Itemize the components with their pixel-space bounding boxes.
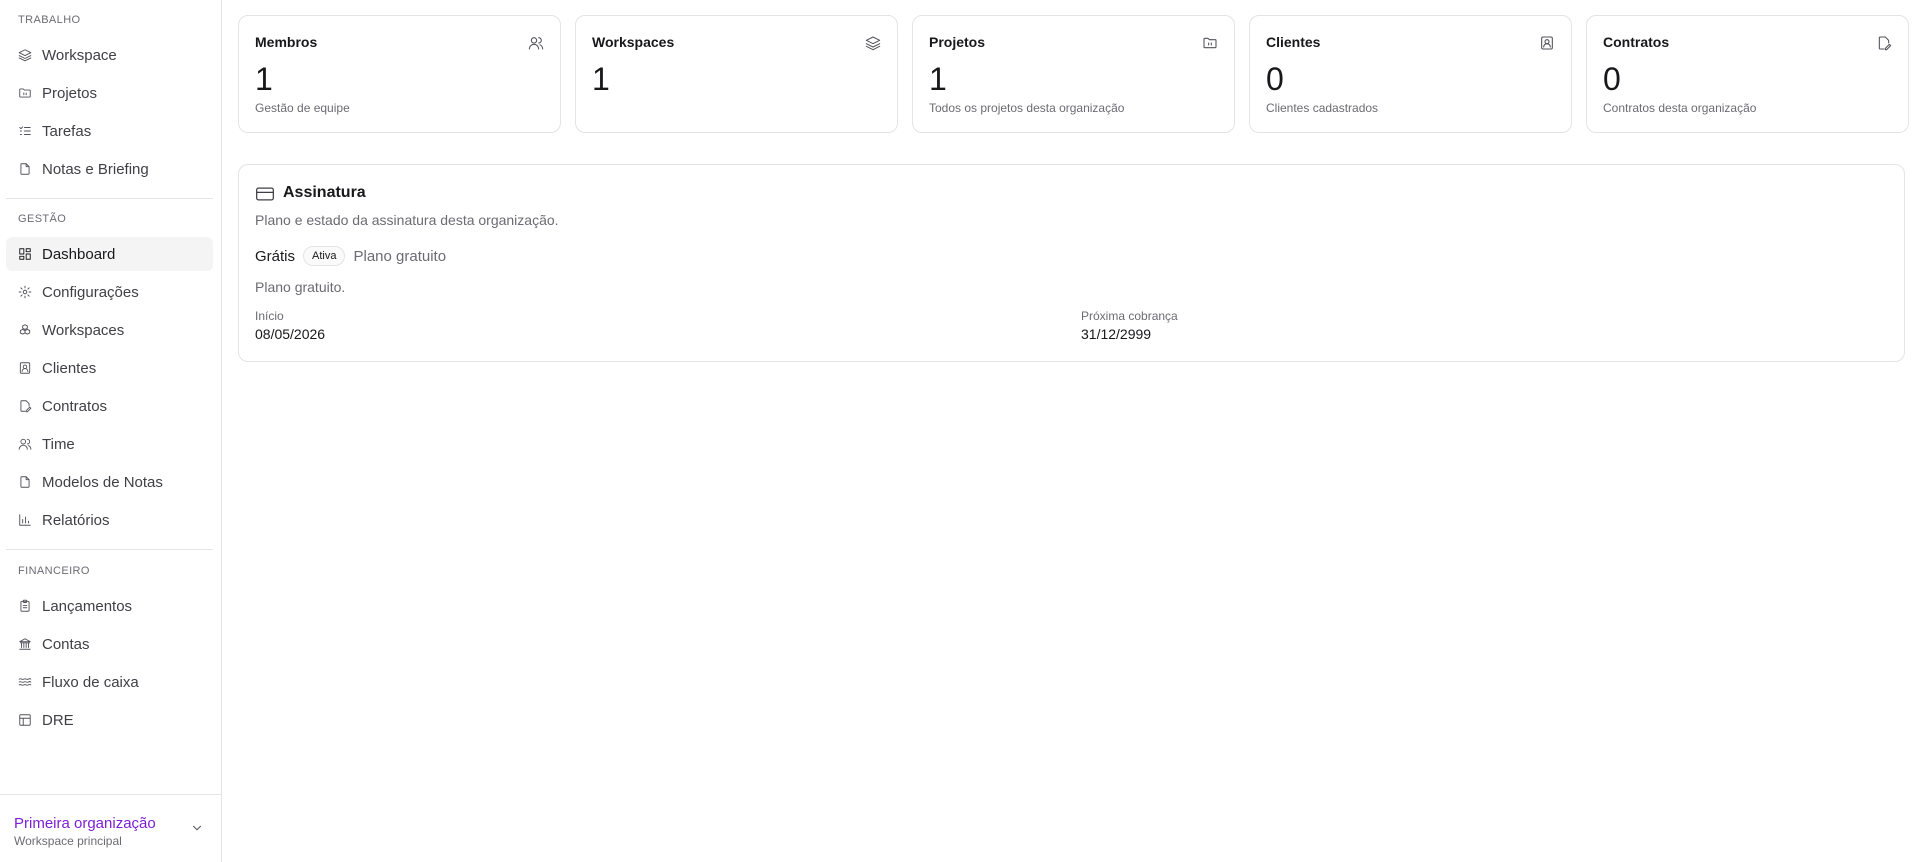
sidebar-item-modelos-de-notas[interactable]: Modelos de Notas: [6, 465, 213, 499]
sidebar-item-label: Relatórios: [42, 511, 110, 529]
org-name: Primeira organização: [14, 815, 156, 832]
sidebar-divider: [6, 549, 213, 550]
boxes-icon: [18, 323, 32, 337]
plan-row: Grátis Ativa Plano gratuito: [255, 244, 446, 268]
stat-card-title: Membros: [255, 34, 318, 50]
stat-card-value: 1: [592, 61, 610, 97]
next-billing-label: Próxima cobrança: [1081, 309, 1178, 323]
sidebar-item-workspace[interactable]: Workspace: [6, 38, 213, 72]
folder-icon: [18, 86, 32, 100]
stat-card-value: 0: [1603, 61, 1621, 97]
sidebar-item-contas[interactable]: Contas: [6, 627, 213, 661]
sidebar-item-dashboard[interactable]: Dashboard: [6, 237, 213, 271]
organization-switcher[interactable]: Primeira organização Workspace principal: [0, 794, 221, 862]
sidebar-item-label: Tarefas: [42, 122, 92, 140]
sidebar-item-label: Clientes: [42, 359, 97, 377]
sidebar-item-notas-e-briefing[interactable]: Notas e Briefing: [6, 152, 213, 186]
sidebar-item-projetos[interactable]: Projetos: [6, 76, 213, 110]
start-date-value: 08/05/2026: [255, 326, 326, 342]
file-pen-icon: [18, 399, 32, 413]
stat-card-membros: Membros 1 Gestão de equipe: [238, 15, 561, 133]
status-badge: Ativa: [303, 246, 346, 266]
stat-card-description: Contratos desta organização: [1603, 101, 1757, 115]
layers-icon: [18, 48, 32, 62]
start-date-label: Início: [255, 309, 284, 323]
sidebar-item-label: Workspace: [42, 46, 117, 64]
sidebar-item-label: Contas: [42, 635, 90, 653]
stat-card-title: Workspaces: [592, 34, 675, 50]
sidebar-item-label: Notas e Briefing: [42, 160, 149, 178]
stat-card-value: 1: [929, 61, 947, 97]
waves-icon: [18, 675, 32, 689]
bar-chart-icon: [18, 513, 32, 527]
section-label-trabalho: TRABALHO: [18, 14, 81, 26]
stat-card-description: Todos os projetos desta organização: [929, 101, 1125, 115]
users-icon: [528, 35, 544, 51]
sidebar-item-label: Projetos: [42, 84, 98, 102]
file-pen-icon: [1876, 35, 1892, 51]
table-icon: [18, 713, 32, 727]
layout-dashboard-icon: [18, 247, 32, 261]
sidebar-item-label: Dashboard: [42, 245, 116, 263]
sidebar-item-relatorios[interactable]: Relatórios: [6, 503, 213, 537]
users-icon: [18, 437, 32, 451]
clipboard-list-icon: [18, 599, 32, 613]
stat-card-title: Projetos: [929, 34, 986, 50]
layers-icon: [865, 35, 881, 51]
section-label-financeiro: FINANCEIRO: [18, 565, 90, 577]
credit-card-icon: [255, 186, 275, 202]
sidebar-item-fluxo-de-caixa[interactable]: Fluxo de caixa: [6, 665, 213, 699]
next-billing-value: 31/12/2999: [1081, 326, 1152, 342]
sidebar-divider: [6, 198, 213, 199]
plan-label: Plano gratuito: [353, 247, 447, 265]
stat-card-value: 1: [255, 61, 273, 97]
sidebar-item-configuracoes[interactable]: Configurações: [6, 275, 213, 309]
sidebar-item-label: Time: [42, 435, 75, 453]
stat-card-title: Clientes: [1266, 34, 1321, 50]
folder-icon: [1202, 35, 1218, 51]
sidebar-item-label: Contratos: [42, 397, 108, 415]
chevron-down-icon[interactable]: [190, 821, 204, 835]
subscription-title: Assinatura: [283, 184, 366, 201]
sidebar-item-contratos[interactable]: Contratos: [6, 389, 213, 423]
sidebar-item-label: Fluxo de caixa: [42, 673, 139, 691]
gear-icon: [18, 285, 32, 299]
plan-name: Grátis: [255, 247, 296, 265]
sidebar-item-time[interactable]: Time: [6, 427, 213, 461]
stat-card-description: Gestão de equipe: [255, 101, 350, 115]
sidebar-item-dre[interactable]: DRE: [6, 703, 213, 737]
sidebar-item-label: Configurações: [42, 283, 139, 301]
bank-icon: [18, 637, 32, 651]
contact-icon: [18, 361, 32, 375]
stat-card-title: Contratos: [1603, 34, 1670, 50]
file-icon: [18, 162, 32, 176]
sidebar-item-clientes[interactable]: Clientes: [6, 351, 213, 385]
org-subtitle: Workspace principal: [14, 834, 122, 848]
stat-card-contratos: Contratos 0 Contratos desta organização: [1586, 15, 1909, 133]
plan-note: Plano gratuito.: [255, 279, 346, 295]
list-checks-icon: [18, 124, 32, 138]
contact-icon: [1539, 35, 1555, 51]
section-label-gestao: GESTÃO: [18, 213, 67, 225]
stat-card-description: Clientes cadastrados: [1266, 101, 1379, 115]
sidebar-item-label: Workspaces: [42, 321, 125, 339]
subscription-card: Assinatura Plano e estado da assinatura …: [238, 164, 1905, 362]
sidebar-item-lancamentos[interactable]: Lançamentos: [6, 589, 213, 623]
sidebar-item-label: DRE: [42, 711, 74, 729]
file-icon: [18, 475, 32, 489]
sidebar-item-workspaces[interactable]: Workspaces: [6, 313, 213, 347]
stat-card-value: 0: [1266, 61, 1284, 97]
stat-card-clientes: Clientes 0 Clientes cadastrados: [1249, 15, 1572, 133]
subscription-description: Plano e estado da assinatura desta organ…: [255, 212, 559, 228]
sidebar-item-label: Lançamentos: [42, 597, 133, 615]
sidebar-item-tarefas[interactable]: Tarefas: [6, 114, 213, 148]
stat-card-projetos: Projetos 1 Todos os projetos desta organ…: [912, 15, 1235, 133]
sidebar: TRABALHO Workspace Projetos Tarefas Nota…: [0, 0, 222, 862]
sidebar-item-label: Modelos de Notas: [42, 473, 163, 491]
stat-card-workspaces: Workspaces 1: [575, 15, 898, 133]
